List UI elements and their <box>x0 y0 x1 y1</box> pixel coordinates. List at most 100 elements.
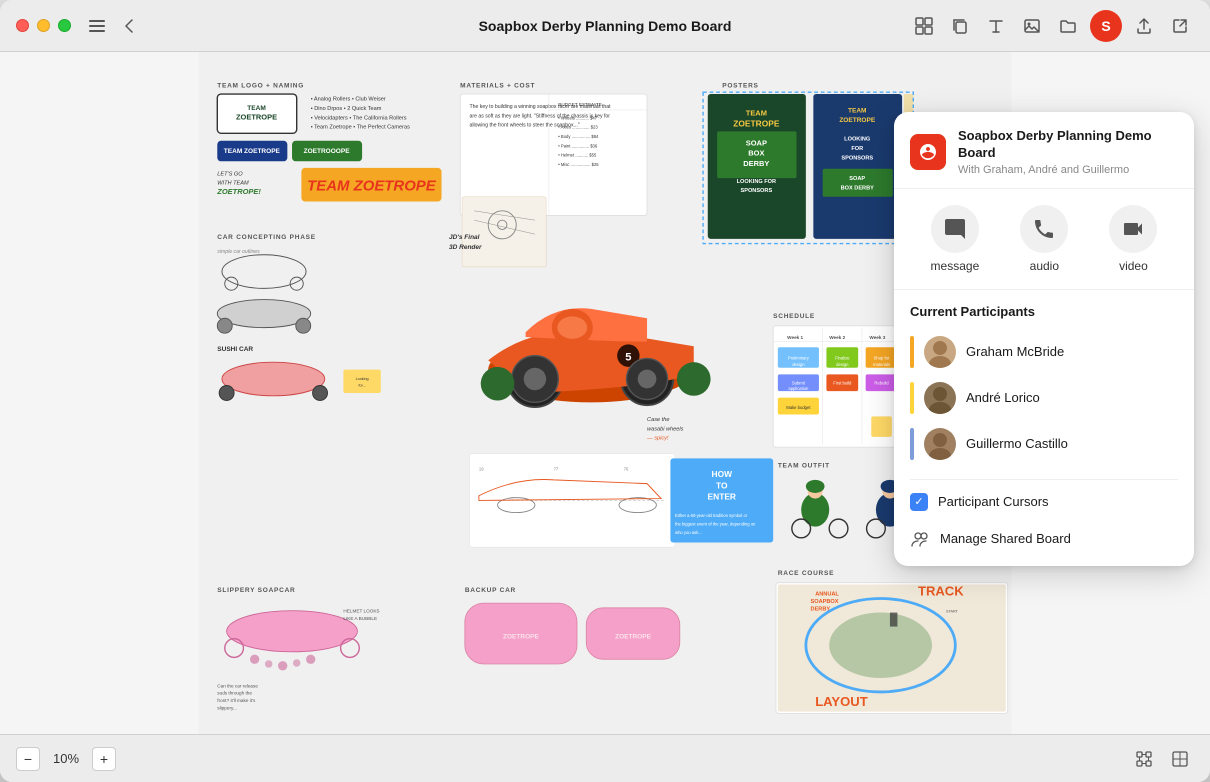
svg-text:ZOETROPE: ZOETROPE <box>236 112 277 121</box>
svg-text:HOW: HOW <box>712 469 733 479</box>
svg-text:WITH TEAM: WITH TEAM <box>217 181 249 187</box>
svg-text:who you ask...: who you ask... <box>675 530 702 535</box>
svg-text:5: 5 <box>625 351 631 363</box>
collab-footer: ✓ Participant Cursors Manage Shared Boar… <box>894 467 1194 566</box>
svg-text:• Misc ................. $25: • Misc ................. $25 <box>558 162 599 167</box>
titlebar: Soapbox Derby Planning Demo Board <box>0 0 1210 52</box>
svg-text:ZOETROPE: ZOETROPE <box>503 634 539 641</box>
svg-text:ENTER: ENTER <box>708 492 736 502</box>
svg-text:LET'S GO: LET'S GO <box>217 171 243 177</box>
svg-text:Rebuild: Rebuild <box>874 381 889 386</box>
fit-view-button[interactable] <box>1130 745 1158 773</box>
message-action[interactable]: message <box>931 205 980 273</box>
folder-tool-button[interactable] <box>1054 12 1082 40</box>
grid-view-button[interactable] <box>1166 745 1194 773</box>
svg-text:TO: TO <box>716 480 728 490</box>
participant-cursors-item[interactable]: ✓ Participant Cursors <box>910 484 1178 520</box>
bottombar: − 10% + <box>0 734 1210 782</box>
svg-text:TEAM: TEAM <box>247 105 265 112</box>
sidebar-toggle-button[interactable] <box>83 12 111 40</box>
image-tool-button[interactable] <box>1018 12 1046 40</box>
bottom-tools <box>1130 745 1194 773</box>
current-participants-title: Current Participants <box>894 290 1194 329</box>
back-button[interactable] <box>115 12 143 40</box>
zoom-out-button[interactable]: − <box>16 747 40 771</box>
svg-text:TEAM ZOETROPE: TEAM ZOETROPE <box>224 148 281 155</box>
svg-text:SUSHI CAR: SUSHI CAR <box>217 346 253 353</box>
external-link-button[interactable] <box>1166 12 1194 40</box>
manage-board-icon <box>910 529 930 549</box>
collab-header: Soapbox Derby Planning Demo Board With G… <box>894 112 1194 189</box>
andre-avatar <box>924 382 956 414</box>
svg-text:Week 2: Week 2 <box>829 335 845 340</box>
svg-text:LAYOUT: LAYOUT <box>815 694 868 709</box>
collab-board-subtitle: With Graham, André and Guillermo <box>958 164 1178 176</box>
graham-indicator <box>910 336 914 368</box>
nav-buttons <box>83 12 143 40</box>
svg-text:Submit: Submit <box>792 381 806 386</box>
message-label: message <box>931 259 980 273</box>
participant-guillermo: Guillermo Castillo <box>910 421 1178 467</box>
svg-text:Preliminary: Preliminary <box>788 355 810 360</box>
svg-text:— spicy!: — spicy! <box>646 436 669 442</box>
video-icon <box>1109 205 1157 253</box>
svg-text:Case the: Case the <box>647 417 669 423</box>
zoom-in-button[interactable]: + <box>92 747 116 771</box>
svg-text:• Helmet ........... $55: • Helmet ........... $55 <box>558 153 597 158</box>
svg-text:ANNUAL: ANNUAL <box>815 592 839 598</box>
guillermo-avatar <box>924 428 956 460</box>
copy-tool-button[interactable] <box>946 12 974 40</box>
toolbar-tools: S <box>910 10 1194 42</box>
audio-icon <box>1020 205 1068 253</box>
svg-text:LOOKING: LOOKING <box>844 137 870 143</box>
svg-text:• Axles ............... $23: • Axles ............... $23 <box>558 125 598 130</box>
svg-text:the biggest event of the year,: the biggest event of the year, depending… <box>675 522 756 527</box>
svg-text:• Velocidapters • The Cali: • Velocidapters • The California Rollers <box>311 115 407 121</box>
board-icon <box>910 134 946 170</box>
svg-text:BOX: BOX <box>748 149 764 158</box>
share-button[interactable] <box>1130 12 1158 40</box>
text-tool-button[interactable] <box>982 12 1010 40</box>
user-avatar-button[interactable]: S <box>1090 10 1122 42</box>
svg-text:RACE COURSE: RACE COURSE <box>778 570 834 577</box>
svg-text:Make budget: Make budget <box>786 405 811 410</box>
zoom-level-display: 10% <box>48 751 84 766</box>
canvas-area[interactable]: TEAM LOGO + NAMING TEAM ZOETROPE • Analo… <box>0 52 1210 734</box>
svg-text:BOX DERBY: BOX DERBY <box>841 185 875 191</box>
window-title: Soapbox Derby Planning Demo Board <box>479 18 732 34</box>
svg-text:SOAP: SOAP <box>746 138 767 147</box>
audio-action[interactable]: audio <box>1020 205 1068 273</box>
fullscreen-button[interactable] <box>58 19 71 32</box>
collab-panel: Soapbox Derby Planning Demo Board With G… <box>894 112 1194 566</box>
svg-text:Either a 60-year-old tradition: Either a 60-year-old tradition symbol or <box>675 513 748 518</box>
traffic-lights <box>16 19 71 32</box>
andre-indicator <box>910 382 914 414</box>
participant-andre: André Lorico <box>910 375 1178 421</box>
svg-text:FOR: FOR <box>851 146 863 152</box>
svg-text:SPONSORS: SPONSORS <box>841 155 873 161</box>
svg-text:slippery...: slippery... <box>217 706 237 711</box>
video-action[interactable]: video <box>1109 205 1157 273</box>
svg-text:simple car outlines: simple car outlines <box>217 249 260 255</box>
manage-shared-board-item[interactable]: Manage Shared Board <box>910 520 1178 558</box>
participant-cursors-checkbox[interactable]: ✓ <box>910 493 928 511</box>
audio-label: audio <box>1030 259 1059 273</box>
close-button[interactable] <box>16 19 29 32</box>
video-label: video <box>1119 259 1148 273</box>
svg-text:for...: for... <box>358 383 365 387</box>
svg-text:77: 77 <box>554 467 559 472</box>
svg-text:ZOETROPE: ZOETROPE <box>733 119 780 129</box>
svg-text:ZOETROPE: ZOETROPE <box>839 117 875 124</box>
grid-tool-button[interactable] <box>910 12 938 40</box>
svg-text:SLIPPERY SOAPCAR: SLIPPERY SOAPCAR <box>217 587 295 594</box>
svg-text:SCHEDULE: SCHEDULE <box>773 313 815 320</box>
svg-text:SOAP: SOAP <box>849 176 865 182</box>
svg-text:Shop for: Shop for <box>874 355 890 360</box>
minimize-button[interactable] <box>37 19 50 32</box>
svg-text:Finalize: Finalize <box>835 355 850 360</box>
svg-text:TEAM ZOETROPE: TEAM ZOETROPE <box>307 177 437 194</box>
svg-text:Looking: Looking <box>356 377 369 381</box>
collab-actions: message audio vide <box>894 189 1194 290</box>
guillermo-name: Guillermo Castillo <box>966 436 1068 451</box>
manage-board-label: Manage Shared Board <box>940 531 1071 546</box>
